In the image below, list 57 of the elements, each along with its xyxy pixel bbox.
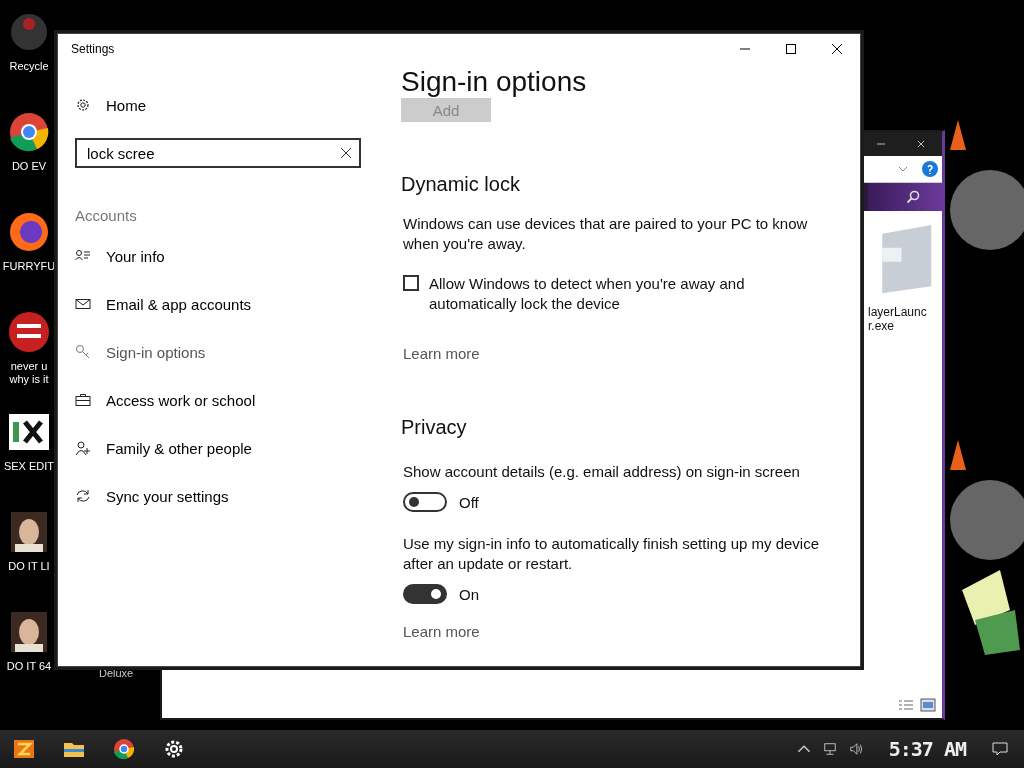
toggle-state: On [459, 585, 479, 603]
network-icon[interactable] [822, 742, 837, 756]
desktop-icon-label[interactable]: Recycle [9, 60, 49, 73]
search-icon [906, 190, 920, 204]
maximize-icon[interactable] [786, 44, 796, 54]
nav-item[interactable]: Email & app accounts [58, 280, 401, 328]
nav-item[interactable]: Sync your settings [58, 472, 401, 520]
start-icon[interactable] [12, 737, 36, 761]
briefcase-icon[interactable] [75, 392, 91, 408]
nav-item[interactable]: Access work or school [58, 376, 401, 424]
desktop-icon-label[interactable]: DO IT 64 [6, 660, 52, 673]
setting-label: Use my sign-in info to automatically finish setting up my device after an update or restart. [403, 534, 820, 574]
close-icon[interactable] [916, 139, 926, 149]
section-heading: Dynamic lock [401, 172, 520, 197]
volume-icon[interactable] [848, 742, 863, 756]
desktop-icon-label[interactable]: why is it [9, 373, 49, 386]
nav-item[interactable]: Family & other people [58, 424, 401, 472]
search-field[interactable] [868, 183, 942, 211]
nav-item[interactable]: Sign-in options [58, 328, 401, 376]
chrome-icon[interactable] [112, 737, 136, 761]
desktop-icon-label[interactable]: SEX EDIT [3, 460, 55, 473]
sync-icon[interactable] [75, 488, 91, 504]
thumbnail-view-icon[interactable] [920, 698, 936, 712]
notification-icon[interactable] [992, 741, 1008, 757]
description-text: Windows can use devices that are paired to your PC to know when you're away. [403, 214, 809, 254]
app-icon[interactable] [7, 110, 51, 154]
desktop-icon-label[interactable]: never u [10, 360, 48, 373]
settings-icon[interactable] [75, 97, 91, 113]
key-icon[interactable] [75, 344, 91, 360]
desktop-icon-label[interactable]: FURRYFU [2, 260, 56, 273]
person-add-icon[interactable] [75, 440, 91, 456]
home-link[interactable]: Home [58, 95, 401, 115]
learn-more-link[interactable]: Learn more [403, 344, 480, 364]
app-icon[interactable] [7, 310, 51, 354]
close-icon[interactable] [832, 44, 842, 54]
window-title: Settings [71, 42, 116, 56]
app-icon[interactable] [7, 210, 51, 254]
toggle-switch[interactable] [403, 584, 447, 604]
section-heading: Privacy [401, 415, 467, 440]
toggle-switch[interactable] [403, 492, 447, 512]
file-name[interactable]: r.exe [868, 319, 894, 333]
search-field[interactable]: lock scree [75, 138, 361, 168]
desktop-icon-label[interactable]: DO IT LI [8, 560, 50, 573]
desktop-icon-label[interactable]: DO EV [11, 160, 47, 173]
learn-more-link[interactable]: Learn more [403, 622, 480, 642]
section-heading: Accounts [75, 207, 138, 224]
clock[interactable]: 5:37 AM [888, 737, 966, 761]
mail-icon[interactable] [75, 296, 91, 312]
toggle-state: Off [459, 493, 479, 511]
help-icon[interactable] [922, 161, 938, 177]
checkbox[interactable] [403, 275, 419, 291]
setting-label: Show account details (e.g. email address) on sign-in screen [403, 462, 800, 482]
nav-item[interactable]: Your info [58, 232, 401, 280]
page-title: Sign-in options [401, 65, 587, 99]
checkbox-label[interactable]: Allow Windows to detect when you're away and automatically lock the device [429, 274, 789, 314]
clear-icon[interactable] [341, 148, 351, 158]
file-name[interactable]: layerLaunc [868, 305, 927, 319]
